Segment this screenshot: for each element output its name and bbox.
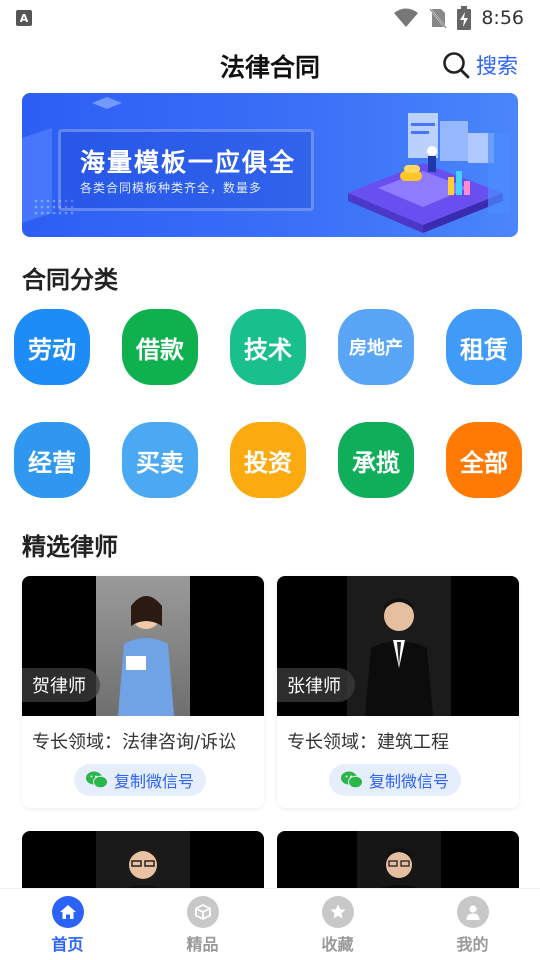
banner-title: 海量模板一应俱全 (80, 148, 297, 177)
home-icon (51, 896, 84, 928)
no-sim-icon (429, 8, 448, 29)
category-contracting[interactable]: 承揽 (338, 422, 414, 498)
category-label: 劳动 (28, 334, 76, 364)
status-time: 8:56 (481, 7, 524, 29)
category-sale[interactable]: 买卖 (122, 422, 198, 498)
category-technology[interactable]: 技术 (230, 309, 306, 385)
nav-label: 我的 (456, 935, 489, 954)
category-all[interactable]: 全部 (446, 422, 522, 498)
copy-wechat-button[interactable]: 复制微信号 (329, 764, 462, 796)
nav-premium[interactable]: 精品 (135, 889, 270, 960)
banner-subtitle: 各类合同模板种类齐全，数量多 (80, 181, 263, 195)
nav-label: 首页 (51, 935, 84, 954)
category-labor[interactable]: 劳动 (14, 309, 90, 385)
category-lease[interactable]: 租赁 (446, 309, 522, 385)
search-label: 搜索 (476, 54, 518, 78)
nav-favorites[interactable]: 收藏 (270, 889, 405, 960)
data-analysis-illustration (348, 113, 510, 233)
promo-banner[interactable]: 海量模板一应俱全 各类合同模板种类齐全，数量多 (22, 93, 518, 237)
category-operation[interactable]: 经营 (14, 422, 90, 498)
nav-home[interactable]: 首页 (0, 889, 135, 960)
lawyer-card[interactable]: 张律师 专长领域：建筑工程 复制微信号 (277, 576, 519, 808)
bottom-navigation: 首页 精品 收藏 我的 (0, 888, 540, 960)
categories-title: 合同分类 (22, 266, 118, 294)
lawyer-name: 贺律师 (22, 668, 100, 702)
category-real-estate[interactable]: 房地产 (338, 309, 414, 385)
lawyer-specialty: 专长领域：建筑工程 (287, 732, 449, 753)
category-label: 买卖 (136, 447, 184, 477)
wechat-icon (86, 771, 108, 789)
category-label: 投资 (244, 447, 292, 477)
lawyer-card[interactable]: 贺律师 专长领域：法律咨询/诉讼 复制微信号 (22, 576, 264, 808)
search-button[interactable]: 搜索 (442, 50, 518, 80)
user-icon (456, 896, 489, 928)
nav-label: 收藏 (321, 935, 354, 954)
status-bar: A 8:56 (0, 0, 540, 36)
copy-wechat-label: 复制微信号 (369, 772, 450, 791)
header: 法律合同 搜索 (0, 40, 540, 90)
nav-label: 精品 (186, 935, 219, 954)
category-label: 承揽 (352, 447, 400, 477)
category-label: 借款 (136, 334, 184, 364)
category-label: 房地产 (349, 338, 403, 359)
lawyers-title: 精选律师 (22, 533, 118, 561)
lawyer-specialty: 专长领域：法律咨询/诉讼 (32, 732, 237, 753)
copy-wechat-label: 复制微信号 (114, 772, 195, 791)
lawyer-portrait-icon (118, 596, 174, 716)
category-label: 租赁 (460, 334, 508, 364)
lawyer-name: 张律师 (277, 668, 355, 702)
category-investment[interactable]: 投资 (230, 422, 306, 498)
battery-charging-icon (457, 6, 472, 30)
nav-profile[interactable]: 我的 (405, 889, 540, 960)
category-label: 经营 (28, 447, 76, 477)
box-icon (186, 896, 219, 928)
wifi-icon (394, 8, 419, 27)
star-icon (321, 896, 354, 928)
keyboard-a-icon: A (16, 10, 32, 26)
search-icon (443, 52, 470, 79)
wechat-icon (341, 771, 363, 789)
category-label: 全部 (460, 447, 508, 477)
category-label: 技术 (244, 334, 292, 364)
lawyer-portrait-icon (365, 598, 433, 716)
category-loan[interactable]: 借款 (122, 309, 198, 385)
copy-wechat-button[interactable]: 复制微信号 (74, 764, 207, 796)
